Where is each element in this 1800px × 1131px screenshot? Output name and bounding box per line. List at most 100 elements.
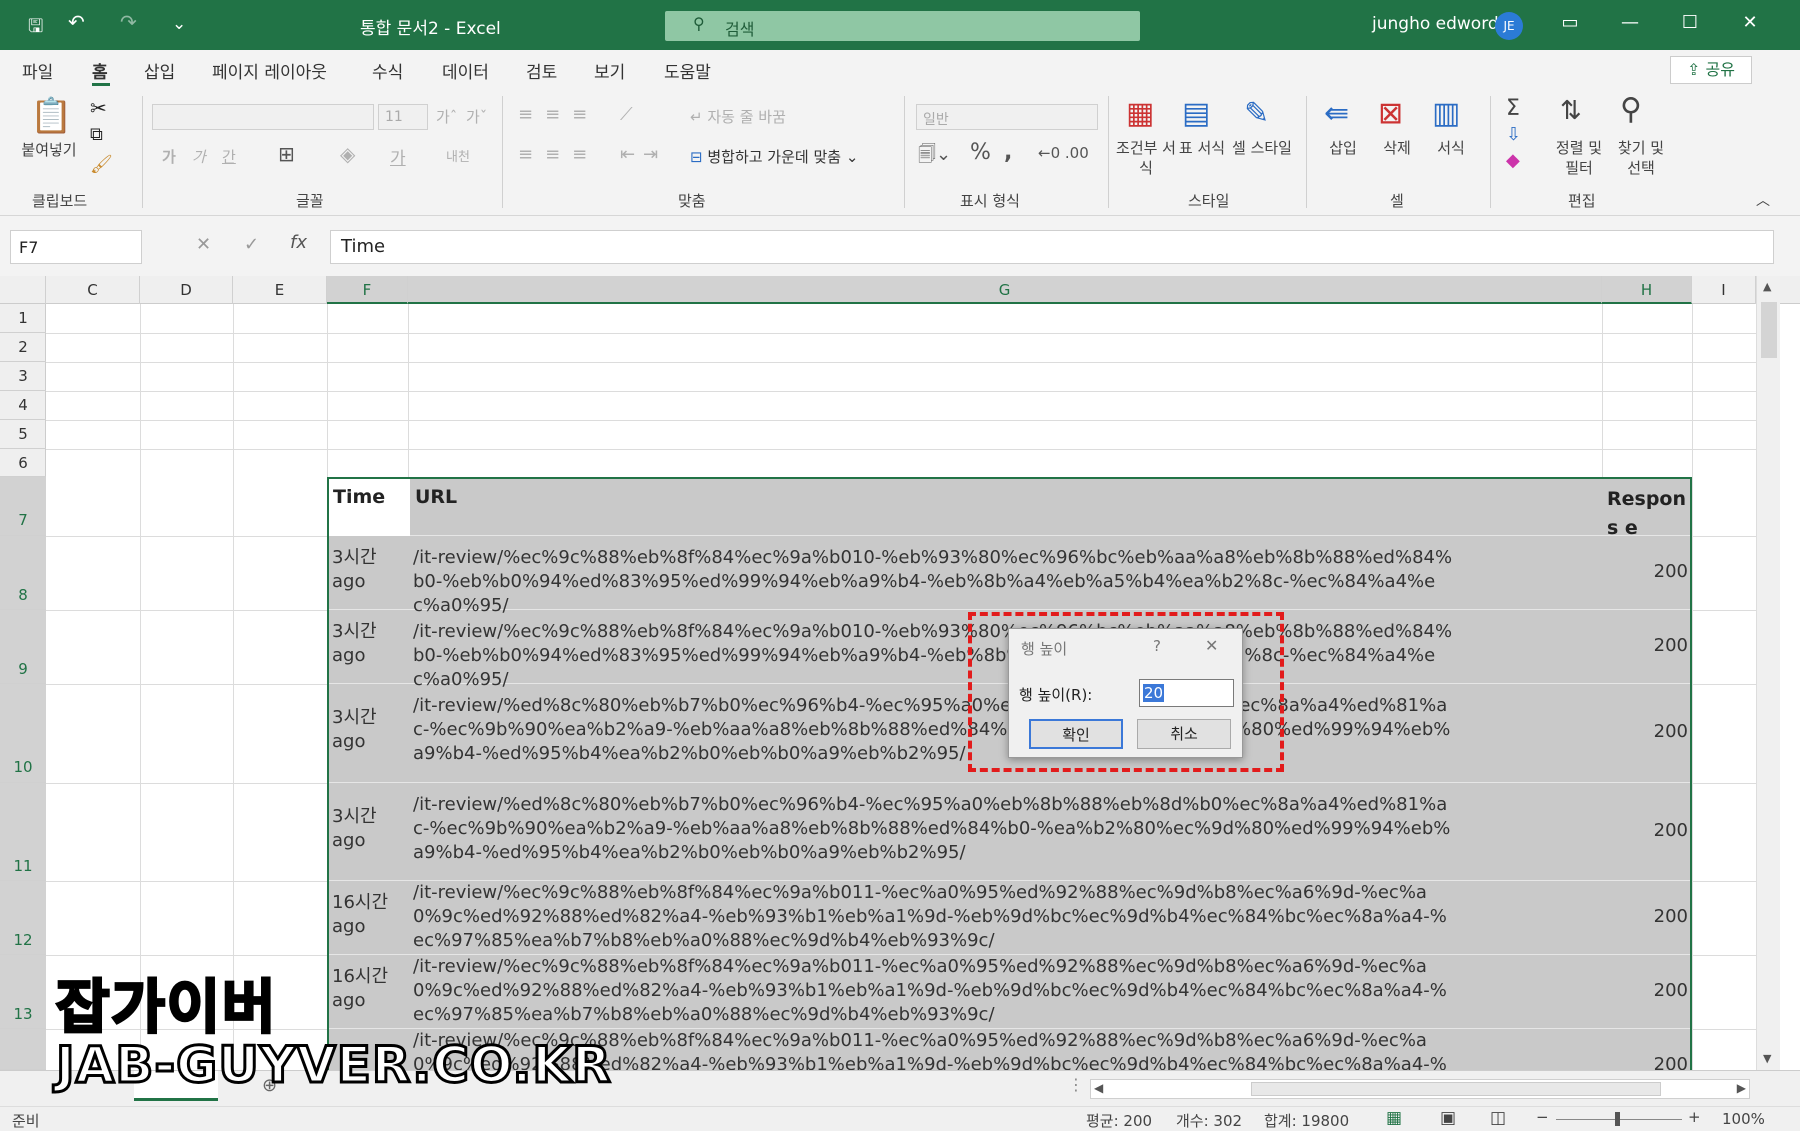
row-header[interactable]: 4 xyxy=(0,391,46,420)
tab-help[interactable]: 도움말 xyxy=(664,58,711,83)
zoom-level[interactable]: 100% xyxy=(1722,1110,1765,1128)
tab-home[interactable]: 홈 xyxy=(92,58,108,83)
merge-center-button[interactable]: ⊟ 병합하고 가운데 맞춤 ⌄ xyxy=(690,146,858,167)
clear-icon[interactable]: ◆ xyxy=(1506,150,1520,171)
insert-function-icon[interactable]: fx xyxy=(290,232,307,253)
format-painter-icon[interactable]: 🖌 xyxy=(90,154,113,175)
row-header[interactable]: 5 xyxy=(0,420,46,449)
table-row[interactable]: 3시간 ago /it-review/%ec%9c%88%eb%8f%84%ec… xyxy=(329,536,1690,616)
page-break-view-icon[interactable]: ◫ xyxy=(1490,1108,1506,1128)
table-row[interactable]: 3시간 ago /it-review/%ed%8c%80%eb%b7%b0%ec… xyxy=(329,783,1690,881)
table-header-row[interactable]: Time URL Respons e xyxy=(329,479,1690,539)
tab-view[interactable]: 보기 xyxy=(594,58,625,83)
ribbon-display-options-icon[interactable]: ▭ xyxy=(1555,12,1585,33)
row-header[interactable]: 2 xyxy=(0,333,46,362)
sort-filter-icon[interactable]: ⇅ xyxy=(1560,96,1582,126)
cell-styles-icon[interactable]: ✎ xyxy=(1244,96,1269,131)
confirm-entry-icon[interactable]: ✓ xyxy=(244,234,259,255)
save-icon[interactable]: 🖫 xyxy=(28,14,43,44)
horizontal-align-icons[interactable]: ≡≡≡ xyxy=(518,144,599,165)
share-button[interactable]: ⇪ 공유 xyxy=(1670,56,1752,84)
quick-access-customize-icon[interactable]: ⌄ xyxy=(172,14,186,34)
selected-data-table[interactable]: Time URL Respons e 3시간 ago /it-review/%e… xyxy=(327,477,1692,1070)
formula-input[interactable]: Time xyxy=(330,230,1774,264)
find-select-icon[interactable]: ⚲ xyxy=(1620,92,1642,127)
redo-icon[interactable]: ↷ xyxy=(120,10,137,34)
bold-button[interactable]: 가 xyxy=(162,146,176,167)
table-row[interactable]: 16시간 ago /it-review/%ec%9c%88%eb%8f%84%e… xyxy=(329,955,1690,1029)
close-icon[interactable]: ✕ xyxy=(1735,12,1765,33)
comma-style-icon[interactable]: , xyxy=(1004,140,1012,165)
font-color-icon[interactable]: 가 xyxy=(390,144,406,169)
column-header-g[interactable]: G xyxy=(408,276,1602,304)
row-header[interactable]: 9 xyxy=(0,610,46,684)
wrap-text-button[interactable]: ↵ 자동 줄 바꿈 xyxy=(690,106,786,127)
zoom-slider-thumb[interactable] xyxy=(1615,1112,1620,1126)
format-cells-icon[interactable]: ▥ xyxy=(1432,96,1460,131)
indent-icons[interactable]: ⇤⇥ xyxy=(620,144,666,165)
orientation-icon[interactable]: ⟋ xyxy=(620,104,633,125)
column-header-c[interactable]: C xyxy=(46,276,140,304)
scroll-down-icon[interactable]: ▼ xyxy=(1763,1052,1771,1065)
tab-data[interactable]: 데이터 xyxy=(442,58,489,83)
user-name[interactable]: jungho edword xyxy=(1372,14,1499,34)
name-box[interactable]: F7 xyxy=(10,230,142,264)
sort-filter-label[interactable]: 정렬 및 필터 xyxy=(1548,138,1610,178)
scroll-up-icon[interactable]: ▲ xyxy=(1763,280,1771,293)
status-sum[interactable]: 합계: 19800 xyxy=(1264,1110,1349,1131)
avatar[interactable]: JE xyxy=(1495,12,1523,40)
row-header[interactable]: 1 xyxy=(0,304,46,333)
minimize-icon[interactable]: — xyxy=(1615,12,1645,33)
italic-button[interactable]: 가 xyxy=(192,146,206,167)
font-size-combo[interactable]: 11 xyxy=(378,104,428,130)
column-header-h[interactable]: H xyxy=(1602,276,1692,304)
select-all-button[interactable] xyxy=(0,276,46,304)
delete-cells-icon[interactable]: ⊠ xyxy=(1378,96,1403,131)
zoom-in-icon[interactable]: + xyxy=(1688,1108,1701,1126)
increase-font-icon[interactable]: 가ˆ xyxy=(436,106,457,127)
zoom-out-icon[interactable]: − xyxy=(1536,1108,1549,1126)
row-header[interactable]: 13 xyxy=(0,955,46,1029)
horizontal-scroll-thumb[interactable] xyxy=(1251,1082,1661,1096)
status-count[interactable]: 개수: 302 xyxy=(1176,1110,1242,1131)
tab-file[interactable]: 파일 xyxy=(22,58,53,83)
percent-icon[interactable]: % xyxy=(970,140,991,165)
conditional-format-icon[interactable]: ▦ xyxy=(1126,96,1154,131)
row-header[interactable]: 8 xyxy=(0,536,46,610)
undo-icon[interactable]: ↶ xyxy=(68,10,85,34)
row-header[interactable]: 10 xyxy=(0,684,46,783)
paste-label[interactable]: 붙여넣기 xyxy=(14,140,84,160)
scroll-left-icon[interactable]: ◀ xyxy=(1094,1081,1103,1095)
find-select-label[interactable]: 찾기 및 선택 xyxy=(1610,138,1672,178)
column-header-i[interactable]: I xyxy=(1692,276,1756,304)
column-header-e[interactable]: E xyxy=(233,276,327,304)
column-header-d[interactable]: D xyxy=(140,276,233,304)
underline-button[interactable]: 간 xyxy=(222,146,236,167)
cell-styles-label[interactable]: 셀 스타일 xyxy=(1226,138,1298,158)
status-average[interactable]: 평균: 200 xyxy=(1086,1110,1152,1131)
search-box[interactable]: ⚲ 검색 xyxy=(665,11,1140,41)
scroll-right-icon[interactable]: ▶ xyxy=(1737,1081,1746,1095)
fill-color-icon[interactable]: ◈ xyxy=(340,142,355,166)
row-header[interactable] xyxy=(0,1029,46,1070)
format-as-table-label[interactable]: 표 서식 xyxy=(1174,138,1230,158)
tab-insert[interactable]: 삽입 xyxy=(144,58,175,83)
vertical-scrollbar[interactable]: ▲ ▼ xyxy=(1756,276,1780,1070)
cut-icon[interactable]: ✂ xyxy=(90,96,107,120)
column-header-f[interactable]: F xyxy=(327,276,408,304)
tab-formulas[interactable]: 수식 xyxy=(372,58,403,83)
font-name-combo[interactable] xyxy=(152,104,374,130)
copy-icon[interactable]: ⧉ xyxy=(90,124,103,145)
tab-review[interactable]: 검토 xyxy=(526,58,557,83)
splitter-icon[interactable]: ⋮ xyxy=(1068,1075,1084,1094)
format-as-table-icon[interactable]: ▤ xyxy=(1182,96,1210,131)
cancel-entry-icon[interactable]: ✕ xyxy=(196,234,211,255)
vertical-align-icons[interactable]: ≡≡≡ xyxy=(518,104,599,125)
insert-cells-label[interactable]: 삽입 xyxy=(1318,138,1368,158)
row-header[interactable]: 6 xyxy=(0,449,46,477)
fill-icon[interactable]: ⇩ xyxy=(1506,124,1521,145)
row-header[interactable]: 7 xyxy=(0,477,46,536)
horizontal-scrollbar[interactable]: ◀ ▶ xyxy=(1090,1079,1750,1099)
number-format-combo[interactable]: 일반 xyxy=(916,104,1098,130)
phonetic-icon[interactable]: 내천 xyxy=(446,146,470,165)
